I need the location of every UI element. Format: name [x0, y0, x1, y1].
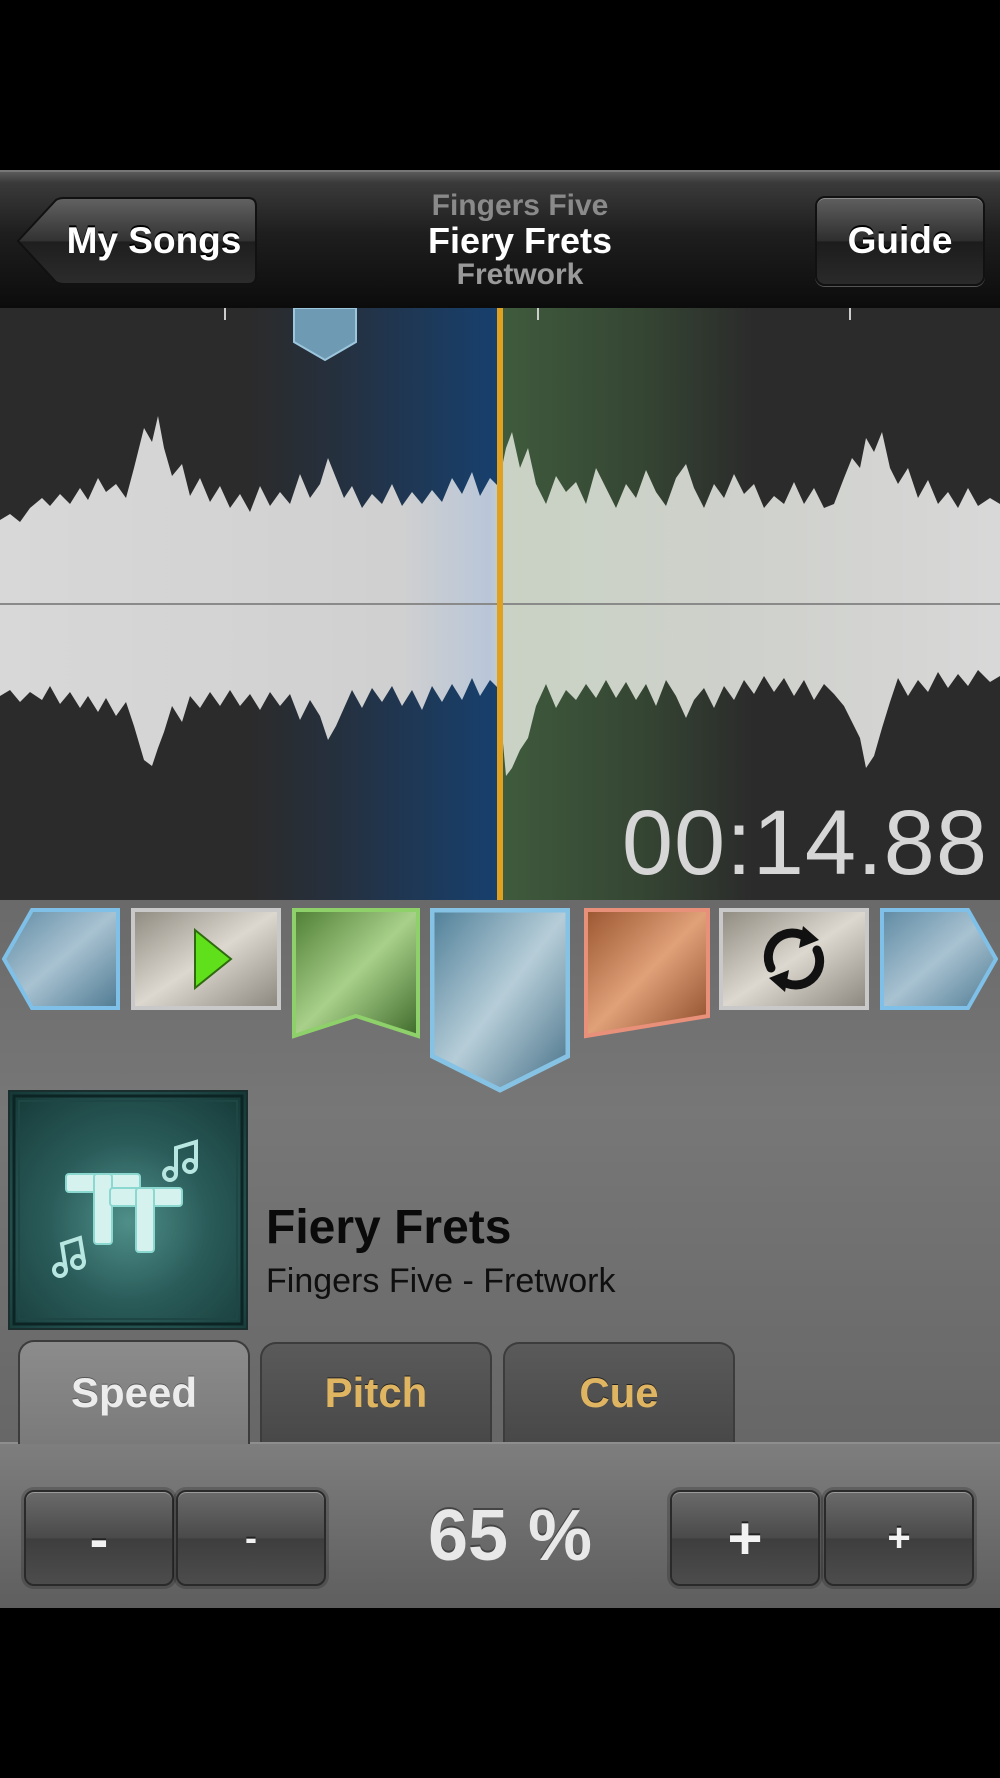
green-marker-button[interactable] — [292, 908, 420, 1040]
nav-bar: My Songs Fingers Five Fiery Frets Fretwo… — [0, 170, 1000, 308]
green-flag-icon — [292, 908, 420, 1039]
tab-speed[interactable]: Speed — [18, 1340, 250, 1444]
speed-increase-large-button[interactable]: + — [670, 1490, 820, 1586]
waveform-view[interactable]: 00:14.88 — [0, 308, 1000, 900]
orange-flag-icon — [584, 908, 710, 1039]
play-button[interactable] — [131, 908, 281, 1010]
timeline-tick — [537, 308, 539, 320]
album-art-logo — [12, 1094, 244, 1326]
nav-album: Fretwork — [456, 258, 584, 291]
tab-pitch[interactable]: Pitch — [260, 1342, 492, 1442]
time-display: 00:14.88 — [621, 792, 988, 894]
now-playing-subtitle: Fingers Five - Fretwork — [266, 1262, 616, 1300]
nav-titles: Fingers Five Fiery Frets Fretwork — [340, 190, 700, 290]
playhead-line — [497, 308, 503, 900]
speed-decrease-small-button[interactable]: - — [176, 1490, 326, 1586]
loop-button[interactable] — [719, 908, 869, 1010]
speed-increase-small-button[interactable]: + — [824, 1490, 974, 1586]
previous-marker-button[interactable] — [2, 908, 120, 1010]
speed-controls: - - 65 % + + — [0, 1442, 1000, 1608]
right-arrow-icon — [880, 908, 998, 1010]
tab-cue[interactable]: Cue — [503, 1342, 735, 1442]
guide-button[interactable]: Guide — [815, 196, 985, 286]
album-art — [8, 1090, 248, 1330]
left-arrow-icon — [2, 908, 120, 1010]
nav-artist: Fingers Five — [431, 189, 609, 222]
speed-value: 65 % — [427, 1496, 593, 1576]
next-marker-button[interactable] — [880, 908, 998, 1010]
speed-decrease-large-button[interactable]: - — [24, 1490, 174, 1586]
blue-flag-icon — [430, 908, 570, 1093]
now-playing-title: Fiery Frets — [266, 1201, 512, 1254]
orange-marker-button[interactable] — [584, 908, 710, 1040]
blue-marker-button[interactable] — [430, 908, 570, 1094]
timeline-tick — [849, 308, 851, 320]
my-songs-label: My Songs — [66, 220, 242, 261]
control-panel: Fiery Frets Fingers Five - Fretwork Spee… — [0, 900, 1000, 1608]
my-songs-back-button[interactable]: My Songs — [16, 196, 258, 286]
nav-song-title: Fiery Frets — [427, 220, 613, 261]
timeline-tick — [224, 308, 226, 320]
